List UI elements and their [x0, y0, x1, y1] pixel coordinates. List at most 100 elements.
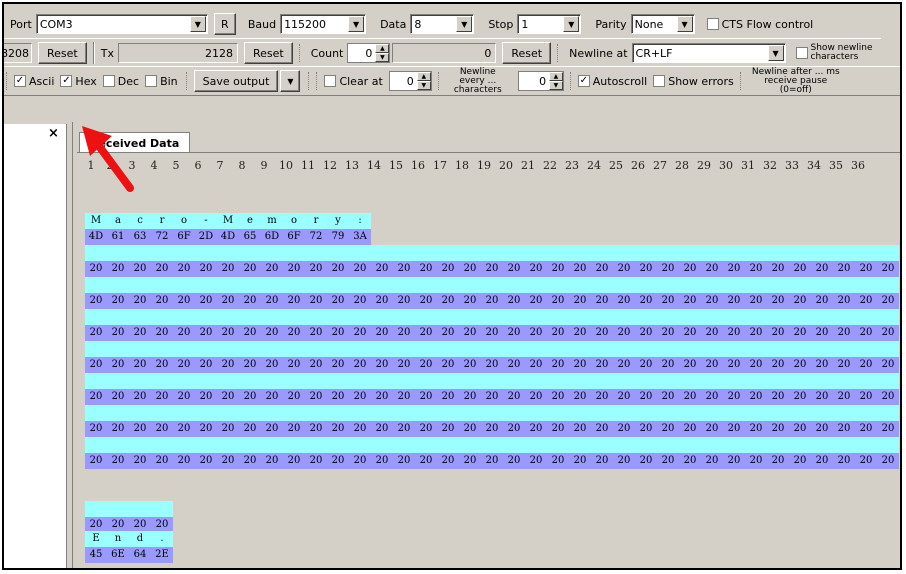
ascii-cell: [679, 405, 701, 421]
hex-cell: 20: [437, 293, 459, 309]
column-number: 10: [279, 159, 293, 172]
ascii-cell: [481, 341, 503, 357]
ascii-cell: [151, 245, 173, 261]
ascii-cell: [415, 245, 437, 261]
hex-cell: 20: [85, 389, 107, 405]
column-number: 22: [543, 159, 557, 172]
hex-cell: 20: [547, 325, 569, 341]
parity-select[interactable]: None ▼: [630, 14, 695, 34]
hex-cell: 20: [349, 357, 371, 373]
ascii-cell: [85, 373, 107, 389]
ascii-cell: [239, 437, 261, 453]
show-newline-checkbox[interactable]: [795, 47, 808, 59]
hex-cell: 2E: [151, 547, 173, 563]
show-errors-checkbox[interactable]: [653, 75, 666, 87]
hex-cell: 3A: [349, 229, 371, 245]
ascii-cell: [437, 277, 459, 293]
ascii-cell: [349, 245, 371, 261]
save-output-menu-button[interactable]: ▼: [280, 70, 301, 92]
ascii-cell: o: [283, 213, 305, 229]
hex-cell: 20: [855, 325, 877, 341]
hex-cell: 20: [657, 357, 679, 373]
ascii-cell: [327, 277, 349, 293]
ascii-row: Macro-Memory:: [85, 213, 371, 229]
clear-at-checkbox[interactable]: [324, 75, 337, 87]
hex-cell: 65: [239, 229, 261, 245]
hex-cell: 20: [415, 357, 437, 373]
reset-count-button[interactable]: Reset: [502, 42, 552, 64]
ascii-cell: [85, 341, 107, 357]
hex-cell: 20: [393, 261, 415, 277]
chevron-down-icon: ▼: [767, 45, 784, 61]
hex-cell: 20: [327, 293, 349, 309]
hex-cell: 20: [833, 293, 855, 309]
ascii-cell: [811, 277, 833, 293]
ascii-cell: [349, 405, 371, 421]
hex-cell: 20: [723, 325, 745, 341]
hex-cell: 20: [789, 389, 811, 405]
baud-select[interactable]: 115200 ▼: [280, 14, 367, 34]
hex-cell: 20: [305, 325, 327, 341]
ascii-cell: [613, 309, 635, 325]
ascii-cell: [481, 405, 503, 421]
ascii-cell: [569, 405, 591, 421]
hex-cell: 20: [217, 325, 239, 341]
ascii-cell: [745, 245, 767, 261]
hex-cell: 20: [701, 421, 723, 437]
hex-cell: 20: [173, 325, 195, 341]
save-output-button[interactable]: Save output: [193, 70, 279, 92]
reset-rx-button[interactable]: Reset: [38, 42, 87, 64]
ascii-cell: [679, 373, 701, 389]
hex-cell: 20: [745, 325, 767, 341]
ascii-cell: [283, 309, 305, 325]
autoscroll-checkbox[interactable]: ✓: [577, 75, 590, 87]
column-number: 6: [194, 159, 202, 172]
hex-cell: 20: [151, 261, 173, 277]
hex-cell: 20: [217, 421, 239, 437]
ascii-cell: [129, 373, 151, 389]
hex-checkbox[interactable]: ✓: [60, 75, 73, 87]
refresh-ports-button[interactable]: R: [213, 13, 236, 35]
newline-at-select[interactable]: CR+LF ▼: [631, 43, 786, 63]
hex-cell: 20: [261, 389, 283, 405]
bin-checkbox[interactable]: [145, 75, 158, 87]
ascii-cell: M: [85, 213, 107, 229]
data-view: 1234567891011121314151617181920212223242…: [77, 152, 900, 568]
hex-cell: 20: [217, 357, 239, 373]
cts-checkbox[interactable]: [706, 18, 719, 30]
data-line: 20 20 20 20 20 20 20 20 20 20 20 20 20 20 20 20 20 20 20 20…: [85, 437, 899, 469]
reset-tx-button[interactable]: Reset: [243, 42, 293, 64]
hex-cell: 20: [569, 421, 591, 437]
hex-cell: 6E: [107, 547, 129, 563]
hex-cell: 20: [525, 293, 547, 309]
hex-cell: 20: [481, 453, 503, 469]
port-select[interactable]: COM3 ▼: [35, 14, 208, 34]
ascii-cell: [85, 245, 107, 261]
hex-cell: 20: [855, 357, 877, 373]
hex-row: 20 20 20 20 20 20 20 20 20 20 20 20 20 20 20 20 20 20 20 20…: [85, 453, 899, 469]
close-icon[interactable]: ×: [48, 126, 59, 141]
ascii-cell: [635, 373, 657, 389]
ascii-cell: [613, 373, 635, 389]
hex-cell: 20: [305, 261, 327, 277]
hex-cell: 20: [459, 357, 481, 373]
hex-cell: 20: [591, 325, 613, 341]
hex-cell: 20: [525, 325, 547, 341]
data-bits-select[interactable]: 8 ▼: [410, 14, 475, 34]
ascii-cell: [415, 405, 437, 421]
hex-cell: 20: [789, 325, 811, 341]
hex-cell: 20: [129, 389, 151, 405]
hex-cell: 20: [349, 261, 371, 277]
hex-cell: 20: [723, 421, 745, 437]
ascii-checkbox[interactable]: ✓: [14, 75, 26, 87]
hex-cell: 20: [283, 325, 305, 341]
newline-every-stepper[interactable]: 0 ▲ ▼: [517, 71, 564, 91]
count-stepper[interactable]: 0 ▲ ▼: [347, 43, 391, 63]
ascii-cell: [789, 437, 811, 453]
ascii-cell: [613, 437, 635, 453]
clear-at-stepper[interactable]: 0 ▲ ▼: [388, 71, 432, 91]
stop-bits-select[interactable]: 1 ▼: [517, 14, 582, 34]
dec-checkbox[interactable]: [102, 75, 115, 87]
ascii-cell: [503, 405, 525, 421]
hex-cell: 20: [173, 389, 195, 405]
